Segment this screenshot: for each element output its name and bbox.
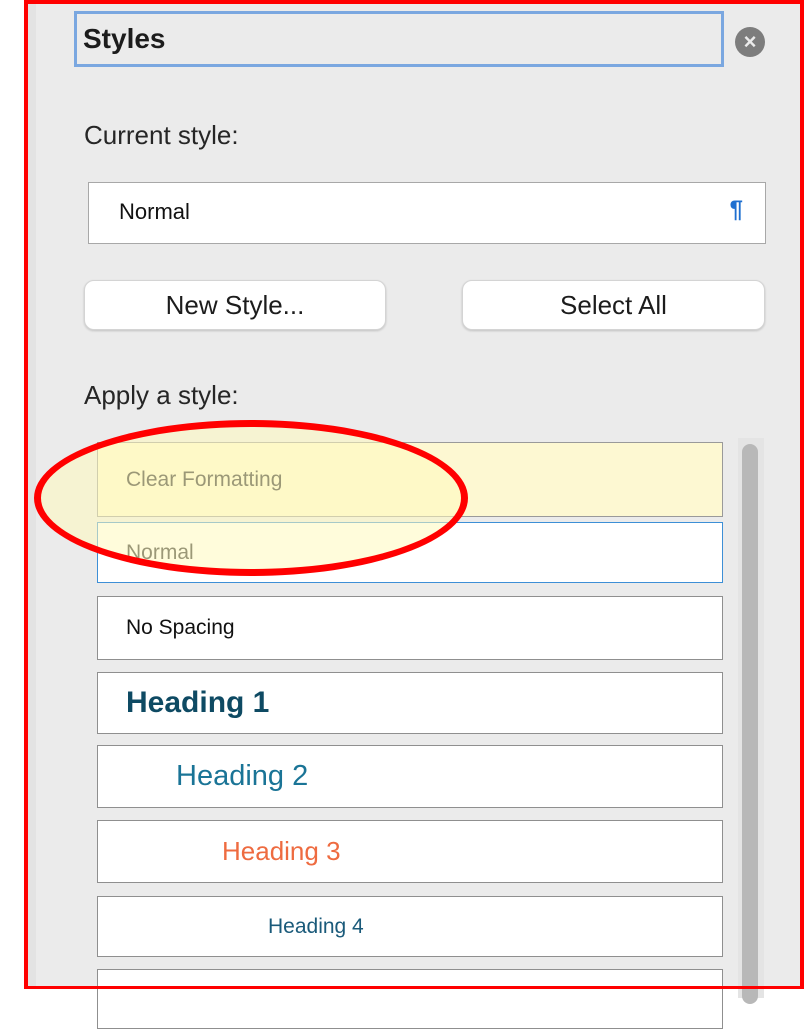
style-item-no-spacing[interactable]: No Spacing (97, 596, 723, 660)
apply-style-label: Apply a style: (84, 380, 239, 410)
style-item-label: Clear Formatting (126, 467, 283, 491)
pilcrow-icon: ¶ (729, 196, 743, 223)
close-icon[interactable]: × (735, 27, 765, 57)
style-item-label: Heading 2 (176, 760, 309, 792)
style-item-label: No Spacing (126, 616, 235, 639)
style-item-label: Heading 4 (268, 914, 364, 938)
style-item-heading-2[interactable]: Heading 2 (97, 745, 723, 808)
select-all-button[interactable]: Select All (462, 280, 765, 330)
panel-title-field[interactable]: Styles (74, 11, 724, 67)
current-style-value: Normal (119, 199, 190, 224)
style-item-clear-formatting[interactable]: Clear Formatting (97, 442, 723, 517)
style-item-label: Heading 1 (126, 686, 270, 719)
style-item-label: Normal (126, 540, 194, 564)
new-style-button[interactable]: New Style... (84, 280, 386, 330)
style-item-partial[interactable] (97, 969, 723, 1029)
scrollbar-thumb[interactable] (742, 444, 758, 1004)
style-item-label: Heading 3 (222, 836, 341, 866)
style-item-heading-1[interactable]: Heading 1 (97, 672, 723, 734)
style-list: Clear Formatting Normal No Spacing Headi… (92, 440, 728, 1029)
style-item-heading-4[interactable]: Heading 4 (97, 896, 723, 957)
panel-left-strip (28, 0, 36, 989)
style-item-heading-3[interactable]: Heading 3 (97, 820, 723, 883)
current-style-field[interactable]: Normal ¶ (88, 182, 766, 244)
style-item-normal[interactable]: Normal (97, 522, 723, 583)
current-style-label: Current style: (84, 120, 239, 150)
